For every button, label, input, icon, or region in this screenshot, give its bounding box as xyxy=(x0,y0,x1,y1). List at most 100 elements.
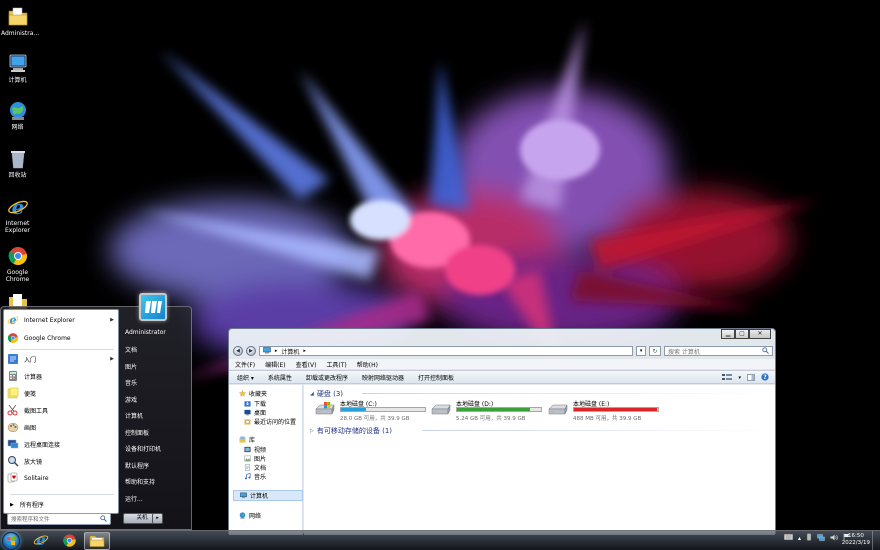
start-item-remote-desktop[interactable]: 远程桌面连接 xyxy=(7,436,117,452)
hard-drive-icon xyxy=(430,402,452,417)
nav-pictures[interactable]: 图片 xyxy=(244,454,266,463)
desktop-icon-administrator[interactable]: Administra... xyxy=(1,6,39,37)
windows-logo-icon xyxy=(7,536,15,546)
start-button[interactable] xyxy=(2,532,20,550)
map-network-drive-button[interactable]: 映射网络驱动器 xyxy=(362,373,404,382)
chevron-down-icon[interactable]: ▾ xyxy=(738,375,741,381)
nav-music[interactable]: 音乐 xyxy=(244,472,266,481)
drive-d[interactable]: 本地磁盘 (D:) 5.24 GB 可用，共 39.9 GB xyxy=(430,399,542,423)
menu-help[interactable]: 帮助(H) xyxy=(357,360,378,369)
tray-network-icon[interactable] xyxy=(817,533,825,543)
desktop-icon-network[interactable]: 网络 xyxy=(1,100,34,131)
start-place-user[interactable]: Administrator xyxy=(125,329,166,336)
ie-icon: e xyxy=(7,195,29,219)
shutdown-options-button[interactable]: ▸ xyxy=(152,513,163,524)
nav-favorites[interactable]: 收藏夹 xyxy=(239,389,267,398)
network-icon xyxy=(7,100,29,122)
address-bar[interactable]: ▸ 计算机 ▸ xyxy=(258,346,634,356)
taskbar-ie[interactable]: e xyxy=(28,532,54,550)
all-programs-link[interactable]: ▶ 所有程序 xyxy=(10,500,44,510)
drive-e[interactable]: 本地磁盘 (E:) 488 MB 可用，共 39.9 GB xyxy=(547,399,659,423)
desktop-icon-label: Google Chrome xyxy=(5,269,30,283)
address-dropdown-button[interactable]: ▾ xyxy=(636,346,647,356)
nav-network[interactable]: 网络 xyxy=(239,511,261,520)
start-place-default-programs[interactable]: 默认程序 xyxy=(125,461,149,470)
explorer-search-input[interactable]: 搜索 计算机 xyxy=(664,346,773,356)
tray-keyboard-icon[interactable] xyxy=(784,534,793,542)
close-button[interactable]: ✕ xyxy=(749,329,771,339)
tray-volume-icon[interactable] xyxy=(830,534,838,543)
taskbar-chrome[interactable] xyxy=(56,532,82,550)
maximize-button[interactable]: ▢ xyxy=(735,329,749,339)
sticky-notes-icon xyxy=(7,387,19,399)
menu-tools[interactable]: 工具(T) xyxy=(326,360,346,369)
start-item-sticky-notes[interactable]: 便笺 xyxy=(7,385,117,401)
desktop-icon-internet-explorer[interactable]: e Internet Explorer xyxy=(1,195,34,234)
nav-computer-selected[interactable]: 计算机 xyxy=(233,490,303,501)
menu-view[interactable]: 查看(V) xyxy=(296,360,317,369)
tray-show-hidden-icon[interactable]: ▴ xyxy=(798,535,801,542)
desktop-icon-google-chrome[interactable]: Google Chrome xyxy=(1,245,34,283)
group-header-removable[interactable]: ▷ 有可移动存储的设备 (1) xyxy=(310,426,772,436)
preview-pane-icon[interactable] xyxy=(747,373,755,383)
tray-device-icon[interactable] xyxy=(806,533,812,543)
forward-button[interactable]: ▶ xyxy=(245,346,256,356)
nav-label: 库 xyxy=(249,437,256,444)
system-properties-button[interactable]: 系统属性 xyxy=(268,373,292,382)
desktop-icon-recycle-bin[interactable]: 回收站 xyxy=(1,148,34,179)
nav-recent-places[interactable]: 最近访问的位置 xyxy=(244,417,296,426)
start-place-documents[interactable]: 文档 xyxy=(125,345,137,354)
help-icon[interactable]: ? xyxy=(761,373,769,383)
start-item-paint[interactable]: 画图 xyxy=(7,419,117,435)
start-place-games[interactable]: 游戏 xyxy=(125,395,137,404)
nav-desktop[interactable]: 桌面 xyxy=(244,408,266,417)
nav-libraries[interactable]: 库 xyxy=(239,435,255,444)
show-desktop-button[interactable] xyxy=(872,531,880,550)
start-item-internet-explorer[interactable]: e Internet Explorer ▶ xyxy=(7,312,117,328)
nav-label: 网络 xyxy=(249,513,262,520)
group-header-hard-disks[interactable]: ◢ 硬盘 (3) xyxy=(310,389,772,399)
start-place-pictures[interactable]: 图片 xyxy=(125,362,137,371)
menu-file[interactable]: 文件(F) xyxy=(235,360,255,369)
organize-button[interactable]: 组织 ▾ xyxy=(237,373,254,382)
svg-text:♥: ♥ xyxy=(12,475,17,481)
svg-text:e: e xyxy=(36,532,45,548)
start-item-calculator[interactable]: 计算器 xyxy=(7,368,117,384)
start-place-help[interactable]: 帮助和支持 xyxy=(125,477,155,486)
minimize-button[interactable]: ▁ xyxy=(721,329,735,339)
taskbar-clock[interactable]: 16:50 2022/3/19 xyxy=(842,533,870,547)
taskbar-explorer[interactable] xyxy=(84,532,110,550)
window-titlebar[interactable]: ▁ ▢ ✕ xyxy=(229,329,775,343)
drive-c[interactable]: 本地磁盘 (C:) 28.0 GB 可用，共 39.9 GB xyxy=(314,399,426,423)
start-item-getting-started[interactable]: 入门 ▶ xyxy=(7,351,117,367)
desktop-icon-computer[interactable]: 计算机 xyxy=(1,53,34,84)
user-picture[interactable] xyxy=(139,293,167,321)
start-item-solitaire[interactable]: ♥ Solitaire xyxy=(7,470,117,486)
nav-videos[interactable]: 视频 xyxy=(244,445,266,454)
nav-downloads[interactable]: 下载 xyxy=(244,399,266,408)
start-place-devices-printers[interactable]: 设备和打印机 xyxy=(125,444,161,453)
chevron-right-icon: ▸ xyxy=(156,515,159,521)
getting-started-icon xyxy=(7,353,19,365)
refresh-button[interactable]: ↻ xyxy=(649,346,662,356)
start-item-snipping-tool[interactable]: 截图工具 xyxy=(7,402,117,418)
nav-label: 视频 xyxy=(254,447,267,454)
start-place-run[interactable]: 运行... xyxy=(125,494,143,503)
collapse-triangle-icon: ◢ xyxy=(310,391,314,397)
start-place-music[interactable]: 音乐 xyxy=(125,378,137,387)
nav-documents[interactable]: 文档 xyxy=(244,463,266,472)
desktop-icon-label: Administra... xyxy=(1,30,40,37)
menu-edit[interactable]: 编辑(E) xyxy=(265,360,285,369)
start-place-computer[interactable]: 计算机 xyxy=(125,411,143,420)
start-place-control-panel[interactable]: 控制面板 xyxy=(125,428,149,437)
uninstall-program-button[interactable]: 卸载或更改程序 xyxy=(306,373,348,382)
start-search-input[interactable]: 搜索程序和文件 xyxy=(7,513,111,525)
start-item-google-chrome[interactable]: Google Chrome xyxy=(7,330,117,346)
remote-desktop-icon xyxy=(7,438,19,450)
open-control-panel-button[interactable]: 打开控制面板 xyxy=(418,373,454,382)
change-view-icon[interactable] xyxy=(722,373,733,383)
back-button[interactable]: ◀ xyxy=(233,346,243,356)
start-item-magnifier[interactable]: 放大镜 xyxy=(7,453,117,469)
drive-space-info: 28.0 GB 可用，共 39.9 GB xyxy=(340,416,410,422)
breadcrumb-current[interactable]: 计算机 xyxy=(281,347,299,356)
